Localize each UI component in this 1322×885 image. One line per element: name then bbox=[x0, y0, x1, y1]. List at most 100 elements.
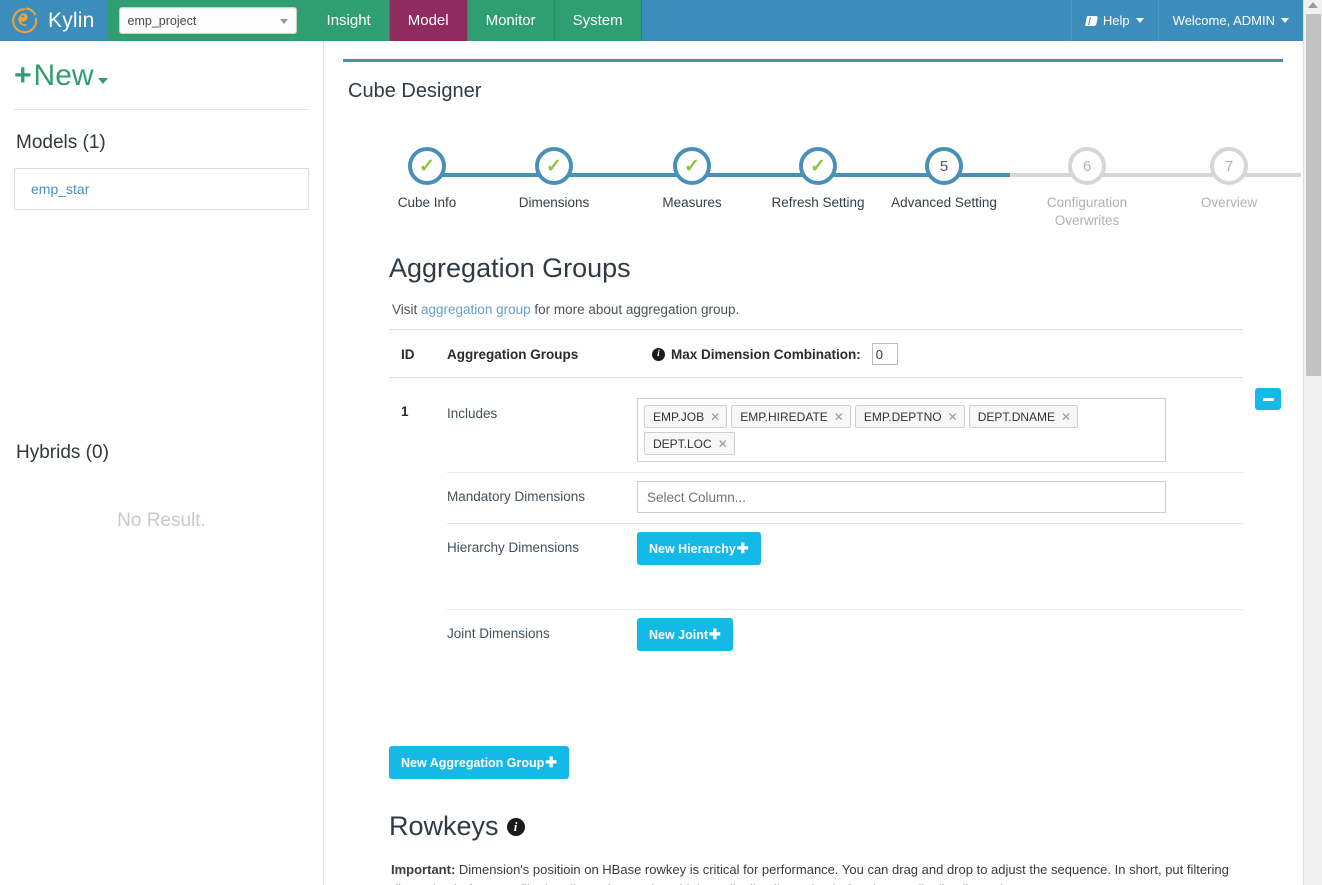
mandatory-dimensions-control bbox=[637, 481, 1243, 513]
header-aggregation-groups: Aggregation Groups bbox=[447, 346, 579, 362]
wizard-step-circle[interactable]: 7 bbox=[1210, 147, 1248, 185]
chevron-down-icon bbox=[1135, 18, 1144, 23]
page-scrollbar[interactable] bbox=[1303, 0, 1322, 885]
info-icon[interactable]: i bbox=[506, 817, 525, 836]
remove-tag-icon[interactable]: ✕ bbox=[948, 410, 958, 424]
scrollbar-thumb[interactable] bbox=[1306, 14, 1321, 376]
help-menu[interactable]: Help bbox=[1070, 0, 1158, 41]
top-navbar: Kylin emp_project Insight Model Monitor … bbox=[0, 0, 1303, 41]
includes-label: Includes bbox=[447, 406, 498, 421]
remove-tag-icon[interactable]: ✕ bbox=[710, 410, 720, 424]
includes-tag[interactable]: DEPT.LOC ✕ bbox=[644, 432, 735, 455]
wizard-step-configuration-overwrites[interactable]: 6 Configuration Overwrites bbox=[1027, 147, 1147, 230]
hybrids-empty-message: No Result. bbox=[117, 510, 206, 531]
joint-dimensions-control: New Joint ✚ bbox=[637, 618, 1243, 651]
new-joint-button[interactable]: New Joint ✚ bbox=[637, 618, 733, 651]
includes-tag[interactable]: EMP.JOB ✕ bbox=[644, 405, 728, 428]
new-aggregation-group-button[interactable]: New Aggregation Group ✚ bbox=[389, 746, 570, 779]
nav-item-system[interactable]: System bbox=[554, 0, 642, 41]
scroll-up-arrow-icon[interactable] bbox=[1308, 2, 1318, 8]
book-icon bbox=[1084, 15, 1098, 26]
joint-dimensions-label: Joint Dimensions bbox=[447, 626, 550, 641]
plus-icon: ✚ bbox=[736, 540, 749, 556]
wizard-step-circle[interactable]: 5 bbox=[925, 147, 963, 185]
wizard-step-circle[interactable]: ✓ bbox=[535, 147, 573, 185]
info-icon[interactable]: i bbox=[652, 347, 665, 361]
chevron-down-icon bbox=[1281, 18, 1289, 23]
hybrids-section-title: Hybrids (0) bbox=[16, 442, 109, 463]
project-select[interactable]: emp_project bbox=[118, 7, 297, 34]
wizard-step-label: Advanced Setting bbox=[891, 195, 997, 210]
visit-prefix: Visit bbox=[392, 302, 422, 317]
wizard-step-cube-info[interactable]: ✓ Cube Info bbox=[367, 147, 487, 212]
wizard-step-advanced-setting[interactable]: 5 Advanced Setting bbox=[884, 147, 1004, 212]
navbar-right: Help Welcome, ADMIN bbox=[1070, 0, 1303, 41]
plus-icon: ✚ bbox=[545, 754, 558, 770]
wizard-step-label: Dimensions bbox=[518, 195, 590, 210]
new-hierarchy-button[interactable]: New Hierarchy ✚ bbox=[637, 532, 761, 565]
includes-tag-box[interactable]: EMP.JOB ✕ EMP.HIREDATE ✕ EMP.DEPTNO ✕ DE… bbox=[637, 398, 1166, 462]
rowkeys-important-note: Important: Dimension's positioin on HBas… bbox=[391, 860, 1231, 885]
check-icon: ✓ bbox=[419, 155, 435, 177]
models-section-title: Models (1) bbox=[16, 132, 106, 153]
max-dimension-combination-label: Max Dimension Combination: bbox=[671, 346, 861, 362]
mandatory-dimensions-input[interactable] bbox=[637, 481, 1166, 513]
max-dimension-combination-input[interactable] bbox=[871, 343, 898, 365]
includes-tag[interactable]: DEPT.DNAME ✕ bbox=[968, 405, 1079, 428]
includes-tag[interactable]: EMP.DEPTNO ✕ bbox=[854, 405, 965, 428]
wizard-step-label: Overview bbox=[1200, 195, 1258, 210]
remove-aggregation-group-button[interactable] bbox=[1255, 388, 1281, 410]
wizard-step-circle[interactable]: ✓ bbox=[408, 147, 446, 185]
mandatory-dimensions-row: Mandatory Dimensions bbox=[447, 473, 1243, 524]
wizard-step-number: 5 bbox=[939, 157, 949, 175]
nav-item-insight[interactable]: Insight bbox=[308, 0, 390, 41]
includes-tag[interactable]: EMP.HIREDATE ✕ bbox=[731, 405, 851, 428]
check-icon: ✓ bbox=[810, 155, 826, 177]
brand-title: Kylin bbox=[48, 9, 95, 32]
nav-item-monitor[interactable]: Monitor bbox=[467, 0, 555, 41]
wizard-step-dimensions[interactable]: ✓ Dimensions bbox=[494, 147, 614, 212]
nav-item-model[interactable]: Model bbox=[389, 0, 468, 41]
wizard-step-number: 7 bbox=[1224, 157, 1234, 175]
wizard-step-circle[interactable]: ✓ bbox=[799, 147, 837, 185]
aggregation-groups-table: ID Aggregation Groups i Max Dimension Co… bbox=[389, 329, 1281, 680]
aggregation-table-header: ID Aggregation Groups i Max Dimension Co… bbox=[389, 330, 1243, 378]
wizard-step-circle[interactable]: ✓ bbox=[673, 147, 711, 185]
wizard-step-circle[interactable]: 6 bbox=[1068, 147, 1106, 185]
brand-logo-area[interactable]: Kylin bbox=[0, 0, 107, 41]
chevron-down-icon bbox=[97, 78, 108, 84]
wizard-step-label: Cube Info bbox=[397, 195, 457, 210]
aggregation-group-fields: Includes EMP.JOB ✕ EMP.HIREDATE ✕ EMP.DE… bbox=[447, 390, 1243, 680]
wizard-step-label: Refresh Setting bbox=[771, 195, 865, 210]
project-selector-wrap: emp_project bbox=[106, 0, 309, 41]
wizard-step-refresh-setting[interactable]: ✓ Refresh Setting bbox=[758, 147, 878, 212]
wizard-step-measures[interactable]: ✓ Measures bbox=[632, 147, 752, 212]
aggregation-group-id: 1 bbox=[401, 404, 409, 419]
page-title: Cube Designer bbox=[348, 80, 482, 102]
new-aggregation-group-label: New Aggregation Group bbox=[401, 755, 545, 770]
joint-dimensions-row: Joint Dimensions New Joint ✚ bbox=[447, 610, 1243, 680]
model-list-item-emp-star[interactable]: emp_star bbox=[14, 168, 309, 210]
main-content: Cube Designer ✓ Cube Info ✓ Dimensions ✓… bbox=[324, 41, 1303, 885]
includes-control: EMP.JOB ✕ EMP.HIREDATE ✕ EMP.DEPTNO ✕ DE… bbox=[637, 398, 1243, 462]
minus-icon bbox=[1262, 397, 1274, 401]
new-button[interactable]: + New bbox=[14, 41, 309, 107]
new-hierarchy-label: New Hierarchy bbox=[649, 541, 736, 556]
left-sidebar: + New Models (1) emp_star Hybrids (0) No… bbox=[0, 41, 324, 885]
aggregation-group-link[interactable]: aggregation group bbox=[421, 302, 531, 317]
project-select-value: emp_project bbox=[127, 13, 197, 28]
mandatory-dimensions-label: Mandatory Dimensions bbox=[447, 489, 586, 504]
includes-field-row: Includes EMP.JOB ✕ EMP.HIREDATE ✕ EMP.DE… bbox=[447, 390, 1243, 473]
advanced-setting-body: Aggregation Groups Visit aggregation gro… bbox=[343, 253, 1283, 885]
wizard-step-label: Measures bbox=[662, 195, 722, 210]
plus-icon: ✚ bbox=[709, 626, 721, 642]
hierarchy-dimensions-control: New Hierarchy ✚ bbox=[637, 532, 1243, 565]
remove-tag-icon[interactable]: ✕ bbox=[834, 410, 844, 424]
tag-label: EMP.DEPTNO bbox=[863, 409, 942, 424]
wizard-step-overview[interactable]: 7 Overview bbox=[1169, 147, 1289, 212]
user-menu[interactable]: Welcome, ADMIN bbox=[1157, 0, 1303, 41]
wizard-steps: ✓ Cube Info ✓ Dimensions ✓ Measures ✓ Re… bbox=[365, 121, 1303, 230]
model-name: emp_star bbox=[31, 181, 90, 197]
remove-tag-icon[interactable]: ✕ bbox=[718, 437, 728, 451]
remove-tag-icon[interactable]: ✕ bbox=[1061, 410, 1071, 424]
